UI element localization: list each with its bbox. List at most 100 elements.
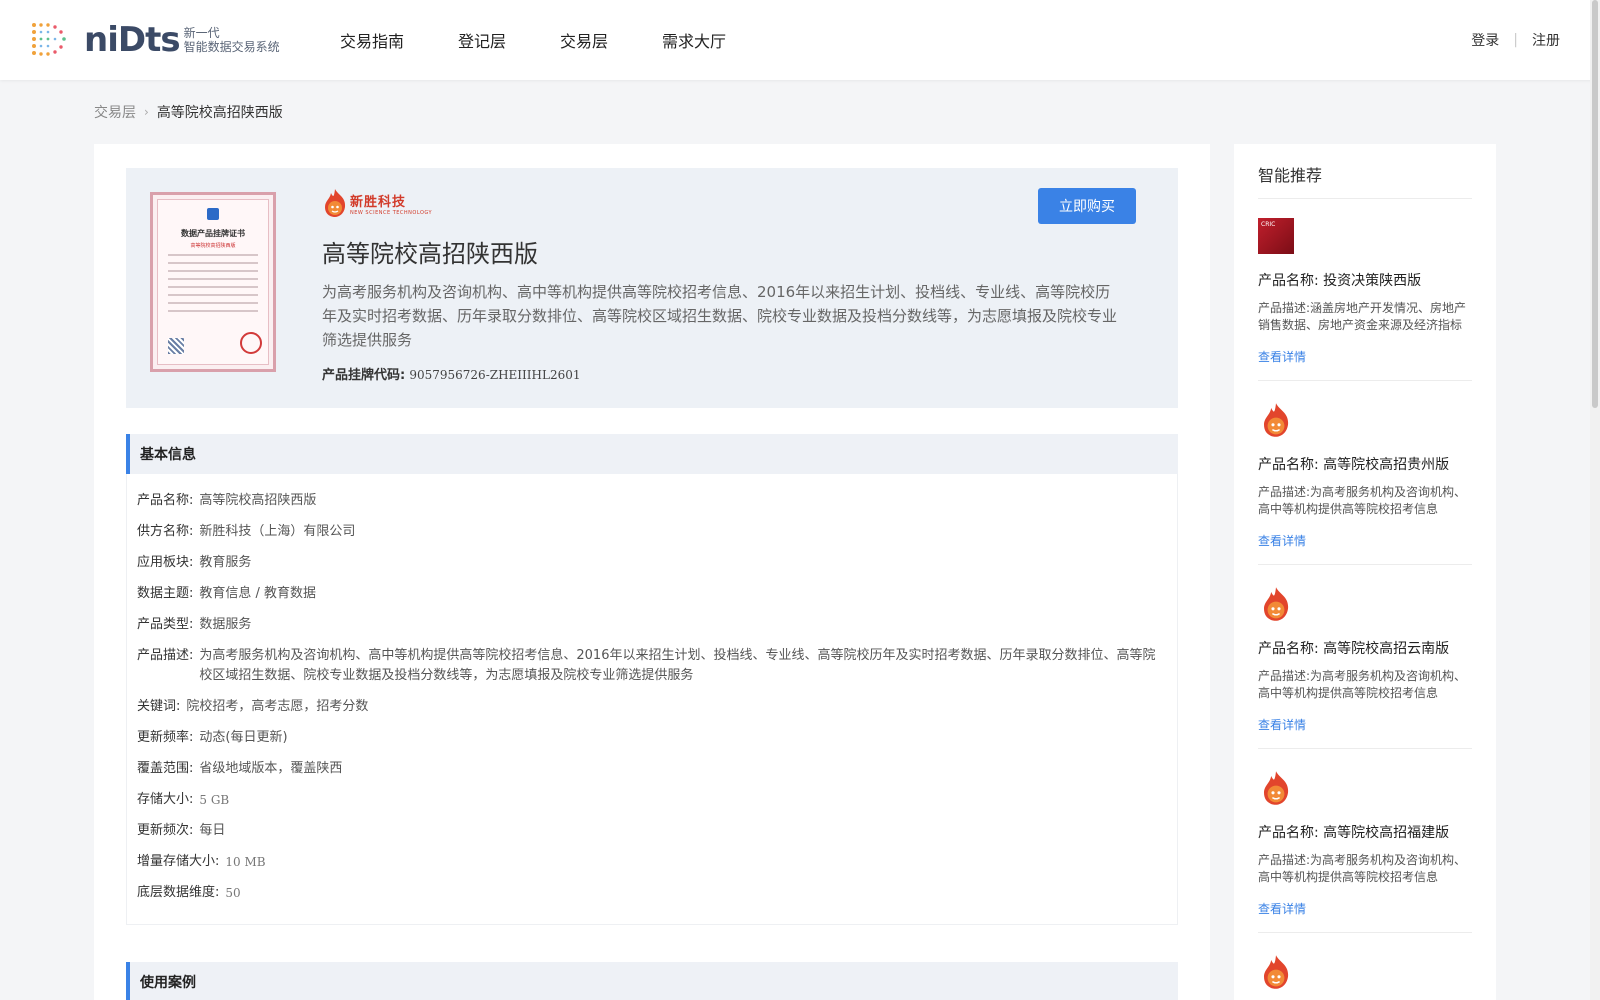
info-row-value: 高等院校高招陕西版 xyxy=(199,493,317,508)
logo-wordmark: niDts xyxy=(84,20,181,60)
recommendation-title: 智能推荐 xyxy=(1258,166,1323,185)
page-scrollbar[interactable] xyxy=(1590,0,1600,1000)
info-row-label: 存储大小: xyxy=(137,792,194,807)
product-certificate-image[interactable]: 数据产品挂牌证书 高等院校高招陕西版 xyxy=(150,192,276,372)
logo-dotted-d-icon xyxy=(32,23,66,56)
recommendation-divider xyxy=(1258,932,1472,933)
basic-info-heading: 基本信息 xyxy=(126,434,1178,474)
login-link[interactable]: 登录 xyxy=(1471,30,1499,50)
info-row-value: 10 MB xyxy=(225,855,266,869)
breadcrumb-parent[interactable]: 交易层 xyxy=(94,102,136,122)
recommendation-description: 产品描述:为高考服务机构及咨询机构、高中等机构提供高等院校招考信息 xyxy=(1258,485,1467,516)
flame-mascot-icon xyxy=(1258,770,1294,806)
recommendation-description: 产品描述:为高考服务机构及咨询机构、高中等机构提供高等院校招考信息 xyxy=(1258,853,1467,884)
auth-links: 登录 | 注册 xyxy=(1471,0,1560,80)
info-row: 更新频率: 动态(每日更新) xyxy=(127,728,1177,748)
cric-thumbnail-icon: CRIC xyxy=(1258,218,1294,254)
breadcrumb-current: 高等院校高招陕西版 xyxy=(156,105,283,121)
listing-code: 产品挂牌代码: 9057956726-ZHEIIIHL2601 xyxy=(322,364,581,383)
site-logo[interactable]: niDts 新一代 智能数据交易系统 xyxy=(30,20,280,60)
info-row: 供方名称: 新胜科技（上海）有限公司 xyxy=(127,522,1177,542)
info-row-value: 新胜科技（上海）有限公司 xyxy=(199,524,356,539)
product-hero: 数据产品挂牌证书 高等院校高招陕西版 新胜科技 NEW SCIENCE TECH… xyxy=(126,168,1178,408)
info-row-value: 每日 xyxy=(199,823,226,838)
flame-mascot-icon xyxy=(325,189,346,217)
info-row-value: 教育服务 xyxy=(199,555,252,570)
brand-name-cn: 新胜科技 xyxy=(350,194,407,210)
nav-item-guide[interactable]: 交易指南 xyxy=(340,28,404,52)
nav-item-trading[interactable]: 交易层 xyxy=(560,28,608,52)
info-row-label: 数据主题: xyxy=(137,586,194,601)
info-row: 产品类型: 数据服务 xyxy=(127,615,1177,635)
recommendation-panel: 智能推荐 CRIC 产品名称: 投资决策陕西版 产品描述:涵盖房地产开发情况、房地产… xyxy=(1234,144,1496,1000)
flame-mascot-icon xyxy=(1258,402,1294,438)
info-row-value: 50 xyxy=(225,886,241,900)
cric-logo-text: CRIC xyxy=(1258,218,1294,254)
nav-item-demand-hall[interactable]: 需求大厅 xyxy=(662,28,726,52)
recommendation-divider xyxy=(1258,198,1472,199)
recommendation-item[interactable]: CRIC 产品名称: 投资决策陕西版 产品描述:涵盖房地产开发情况、房地产销售数据、… xyxy=(1258,218,1472,365)
info-row-label: 底层数据维度: xyxy=(137,885,220,900)
info-row-label: 产品类型: xyxy=(137,617,194,632)
nav-item-registration[interactable]: 登记层 xyxy=(458,28,506,52)
product-title: 高等院校高招陕西版 xyxy=(322,240,538,268)
supplier-brand-logo: 新胜科技 NEW SCIENCE TECHNOLOGY xyxy=(322,188,432,218)
flame-mascot-icon xyxy=(1258,586,1294,622)
view-details-link[interactable]: 查看详情 xyxy=(1258,348,1472,365)
listing-code-value: 9057956726-ZHEIIIHL2601 xyxy=(409,368,581,382)
info-row-label: 关键词: xyxy=(137,699,181,714)
scrollbar-thumb[interactable] xyxy=(1592,0,1598,408)
info-row-value: 为高考服务机构及咨询机构、高中等机构提供高等院校招考信息、2016年以来招生计划… xyxy=(199,648,1156,683)
info-row: 数据主题: 教育信息 / 教育数据 xyxy=(127,584,1177,604)
recommendation-name: 产品名称: 高等院校高招福建版 xyxy=(1258,825,1450,841)
info-row-value: 数据服务 xyxy=(199,617,252,632)
auth-divider: | xyxy=(1513,32,1518,48)
info-row: 增量存储大小: 10 MB xyxy=(127,852,1177,872)
info-row-label: 更新频次: xyxy=(137,823,194,838)
logo-subtitle-line1: 新一代 xyxy=(183,26,220,40)
info-row-value: 省级地域版本，覆盖陕西 xyxy=(199,761,343,776)
info-row: 覆盖范围: 省级地域版本，覆盖陕西 xyxy=(127,759,1177,779)
info-row: 应用板块: 教育服务 xyxy=(127,553,1177,573)
certificate-text-lines xyxy=(168,254,258,318)
recommendation-item[interactable]: 产品名称: 高等院校高招福建版产品描述:为高考服务机构及咨询机构、高中等机构提供… xyxy=(1258,770,1472,917)
info-row: 产品描述: 为高考服务机构及咨询机构、高中等机构提供高等院校招考信息、2016年以… xyxy=(127,646,1177,686)
use-cases-heading: 使用案例 xyxy=(126,962,1178,1000)
register-link[interactable]: 注册 xyxy=(1532,30,1560,50)
recommendation-divider xyxy=(1258,380,1472,381)
recommendation-description: 产品描述:为高考服务机构及咨询机构、高中等机构提供高等院校招考信息 xyxy=(1258,669,1467,700)
info-row-label: 覆盖范围: xyxy=(137,761,194,776)
info-row-label: 产品描述: xyxy=(137,648,194,663)
main-nav: 交易指南 登记层 交易层 需求大厅 xyxy=(340,0,780,80)
certificate-title: 数据产品挂牌证书 xyxy=(181,229,245,238)
logo-subtitle: 新一代 智能数据交易系统 xyxy=(184,26,280,54)
certificate-logo-icon xyxy=(207,208,219,220)
recommendation-name: 产品名称: 高等院校高招云南版 xyxy=(1258,641,1450,657)
recommendation-item[interactable]: 产品名称: 高等院校高招贵州版 产品描述:为高考服务机构及咨询机构、高中等机构提供… xyxy=(1258,402,1472,549)
info-row: 存储大小: 5 GB xyxy=(127,790,1177,810)
basic-info-section: 基本信息 产品名称: 高等院校高招陕西版供方名称: 新胜科技（上海）有限公司应用板块… xyxy=(126,434,1178,925)
basic-info-list: 产品名称: 高等院校高招陕西版供方名称: 新胜科技（上海）有限公司应用板块: 教育服务… xyxy=(126,474,1178,925)
info-row-label: 更新频率: xyxy=(137,730,194,745)
brand-name-en: NEW SCIENCE TECHNOLOGY xyxy=(350,209,433,216)
use-cases-section: 使用案例 xyxy=(126,962,1178,1000)
product-description: 为高考服务机构及咨询机构、高中等机构提供高等院校招考信息、2016年以来招生计划… xyxy=(322,283,1118,349)
seal-stamp-icon xyxy=(240,332,262,354)
recommendation-item[interactable]: 产品名称: 高等院校高招云南版产品描述:为高考服务机构及咨询机构、高中等机构提供… xyxy=(1258,586,1472,733)
info-row: 更新频次: 每日 xyxy=(127,821,1177,841)
view-details-link[interactable]: 查看详情 xyxy=(1258,716,1472,733)
buy-now-button[interactable]: 立即购买 xyxy=(1038,188,1136,224)
breadcrumb: 交易层 › 高等院校高招陕西版 xyxy=(94,102,283,122)
listing-code-label: 产品挂牌代码: xyxy=(322,368,406,383)
info-row: 底层数据维度: 50 xyxy=(127,883,1177,903)
view-details-link[interactable]: 查看详情 xyxy=(1258,900,1472,917)
top-header: niDts 新一代 智能数据交易系统 交易指南 登记层 交易层 需求大厅 登录 … xyxy=(0,0,1600,80)
recommendation-item[interactable] xyxy=(1258,954,1472,990)
view-details-link[interactable]: 查看详情 xyxy=(1258,532,1472,549)
info-row-label: 增量存储大小: xyxy=(137,854,220,869)
info-row-label: 供方名称: xyxy=(137,524,194,539)
recommendation-divider xyxy=(1258,564,1472,565)
info-row-value: 院校招考，高考志愿，招考分数 xyxy=(186,699,369,714)
info-row-label: 应用板块: xyxy=(137,555,194,570)
info-row-label: 产品名称: xyxy=(137,493,194,508)
